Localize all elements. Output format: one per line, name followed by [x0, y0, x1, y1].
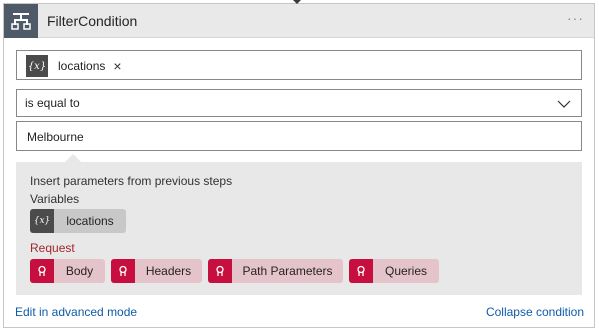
card-header[interactable]: FilterCondition ···: [4, 4, 594, 38]
chevron-down-icon: [557, 97, 571, 112]
operator-dropdown[interactable]: is equal to: [16, 89, 582, 117]
dynamic-content-token: {x} locations ×: [26, 55, 122, 77]
collapse-condition-link[interactable]: Collapse condition: [486, 305, 584, 319]
chip-label: Headers: [145, 264, 192, 278]
variables-heading: Variables: [30, 192, 80, 206]
token-label: locations: [58, 59, 106, 73]
panel-hint: Insert parameters from previous steps: [30, 174, 233, 188]
left-operand-input[interactable]: {x} locations ×: [16, 50, 582, 80]
filter-action-icon: [4, 4, 38, 38]
variable-icon: {x}: [30, 209, 54, 233]
chip-label: Body: [65, 264, 94, 278]
request-icon: [208, 259, 232, 283]
dynamic-content-panel: Insert parameters from previous steps Va…: [16, 162, 582, 295]
request-chip-body[interactable]: Body: [30, 259, 105, 283]
remove-token-icon[interactable]: ×: [113, 58, 121, 74]
request-chip-headers[interactable]: Headers: [111, 259, 202, 283]
more-options-icon[interactable]: ···: [567, 10, 584, 26]
request-chip-path-parameters[interactable]: Path Parameters: [208, 259, 343, 283]
connector-arrow: [292, 0, 302, 4]
request-heading: Request: [30, 241, 75, 255]
right-operand-input[interactable]: Melbourne: [16, 121, 582, 151]
request-icon: [30, 259, 54, 283]
request-icon: [111, 259, 135, 283]
chip-label: Queries: [384, 264, 428, 278]
request-icon: [349, 259, 373, 283]
operator-selected: is equal to: [25, 96, 80, 110]
request-chip-queries[interactable]: Queries: [349, 259, 439, 283]
right-operand-value: Melbourne: [27, 130, 84, 144]
chip-label: Path Parameters: [242, 264, 333, 278]
filter-condition-card: FilterCondition ··· {x} locations × is e…: [3, 3, 595, 328]
chip-label: locations: [66, 214, 114, 228]
edit-advanced-mode-link[interactable]: Edit in advanced mode: [15, 305, 137, 319]
variable-icon: {x}: [26, 55, 48, 77]
variable-chip-locations[interactable]: {x} locations: [30, 209, 126, 233]
card-title: FilterCondition: [47, 13, 138, 29]
